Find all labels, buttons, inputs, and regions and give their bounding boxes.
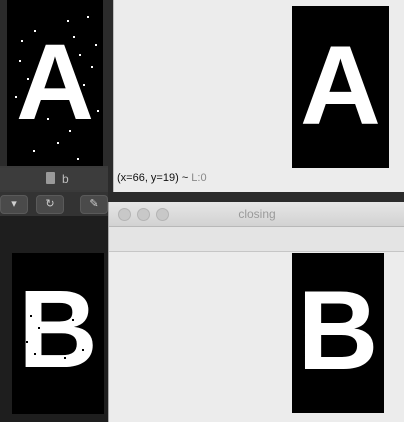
letter-b-glyph: B	[297, 268, 379, 393]
letter-b-glyph: B	[18, 268, 98, 391]
clean-image-b: B	[292, 253, 384, 413]
chevron-down-icon[interactable]: ▾	[0, 195, 28, 214]
document-icon	[46, 172, 55, 184]
background-document-title: b	[0, 168, 108, 190]
pixel-status-bar: (x=66, y=19) ~ L:0	[117, 172, 207, 184]
top-image-window: A (x=66, y=19) ~ L:0	[113, 0, 404, 192]
window-toolbar	[109, 227, 404, 252]
letter-a-glyph: A	[16, 21, 94, 142]
cursor-coordinates: (x=66, y=19) ~	[117, 172, 192, 184]
noisy-image-a: A	[7, 0, 103, 166]
pen-icon[interactable]: ✎	[80, 195, 108, 214]
closing-window: closing B	[108, 202, 404, 422]
letter-a-glyph: A	[300, 23, 381, 148]
clean-image-a: A	[292, 6, 389, 168]
luminance-value: L:0	[191, 172, 207, 184]
window-titlebar[interactable]: closing	[109, 202, 404, 227]
background-tools-row: ▾ ↻ ✎	[0, 192, 108, 216]
window-title: closing	[238, 207, 276, 221]
rotate-icon[interactable]: ↻	[36, 195, 64, 214]
document-name: b	[62, 172, 69, 186]
noisy-image-b: B	[12, 253, 104, 414]
